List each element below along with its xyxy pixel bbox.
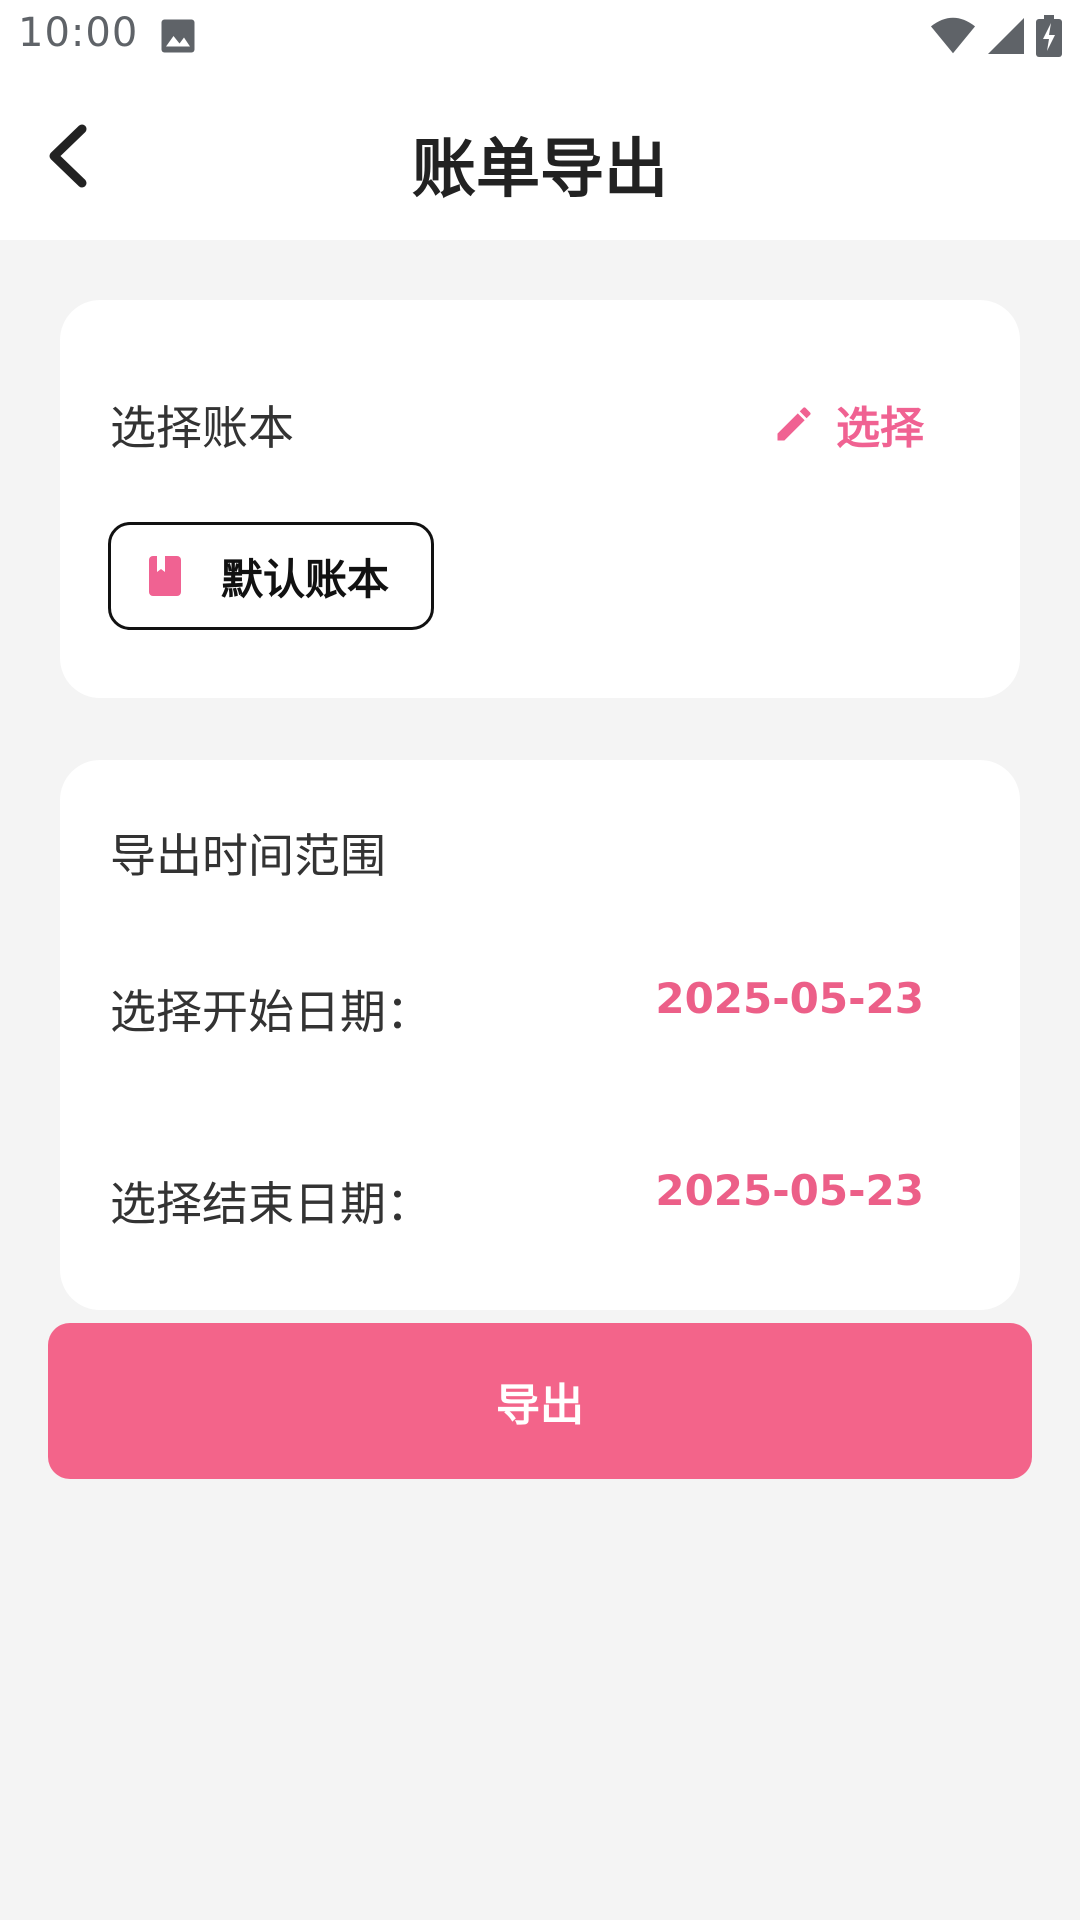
end-date-label: 选择结束日期： xyxy=(110,1177,432,1231)
select-book-button[interactable]: 选择 xyxy=(772,392,924,456)
status-icons xyxy=(930,14,1062,58)
bookmark-book-icon xyxy=(149,556,181,596)
book-section-label: 选择账本 xyxy=(110,401,294,455)
selected-book-name: 默认账本 xyxy=(221,554,390,604)
book-select-card: 选择账本 选择 默认账本 xyxy=(60,300,1020,698)
start-date-value[interactable]: 2025-05-23 xyxy=(655,974,924,1023)
edit-pencil-icon xyxy=(777,407,811,441)
export-range-card: 导出时间范围 选择开始日期： 2025-05-23 选择结束日期： 2025-0… xyxy=(60,760,1020,1310)
selected-book-chip[interactable]: 默认账本 xyxy=(108,522,434,630)
gallery-icon xyxy=(161,19,195,53)
range-section-label: 导出时间范围 xyxy=(110,829,386,883)
signal-icon xyxy=(988,18,1024,54)
page-title: 账单导出 xyxy=(412,133,668,207)
end-date-value[interactable]: 2025-05-23 xyxy=(655,1166,924,1215)
app-bar: 账单导出 xyxy=(0,72,1080,240)
status-time: 10:00 xyxy=(18,10,139,56)
battery-charging-icon xyxy=(1036,15,1062,57)
status-bar: 10:00 xyxy=(0,0,1080,72)
export-button[interactable]: 导出 xyxy=(48,1323,1032,1479)
select-book-label: 选择 xyxy=(836,403,924,454)
wifi-icon xyxy=(930,17,976,54)
start-date-label: 选择开始日期： xyxy=(110,985,432,1039)
